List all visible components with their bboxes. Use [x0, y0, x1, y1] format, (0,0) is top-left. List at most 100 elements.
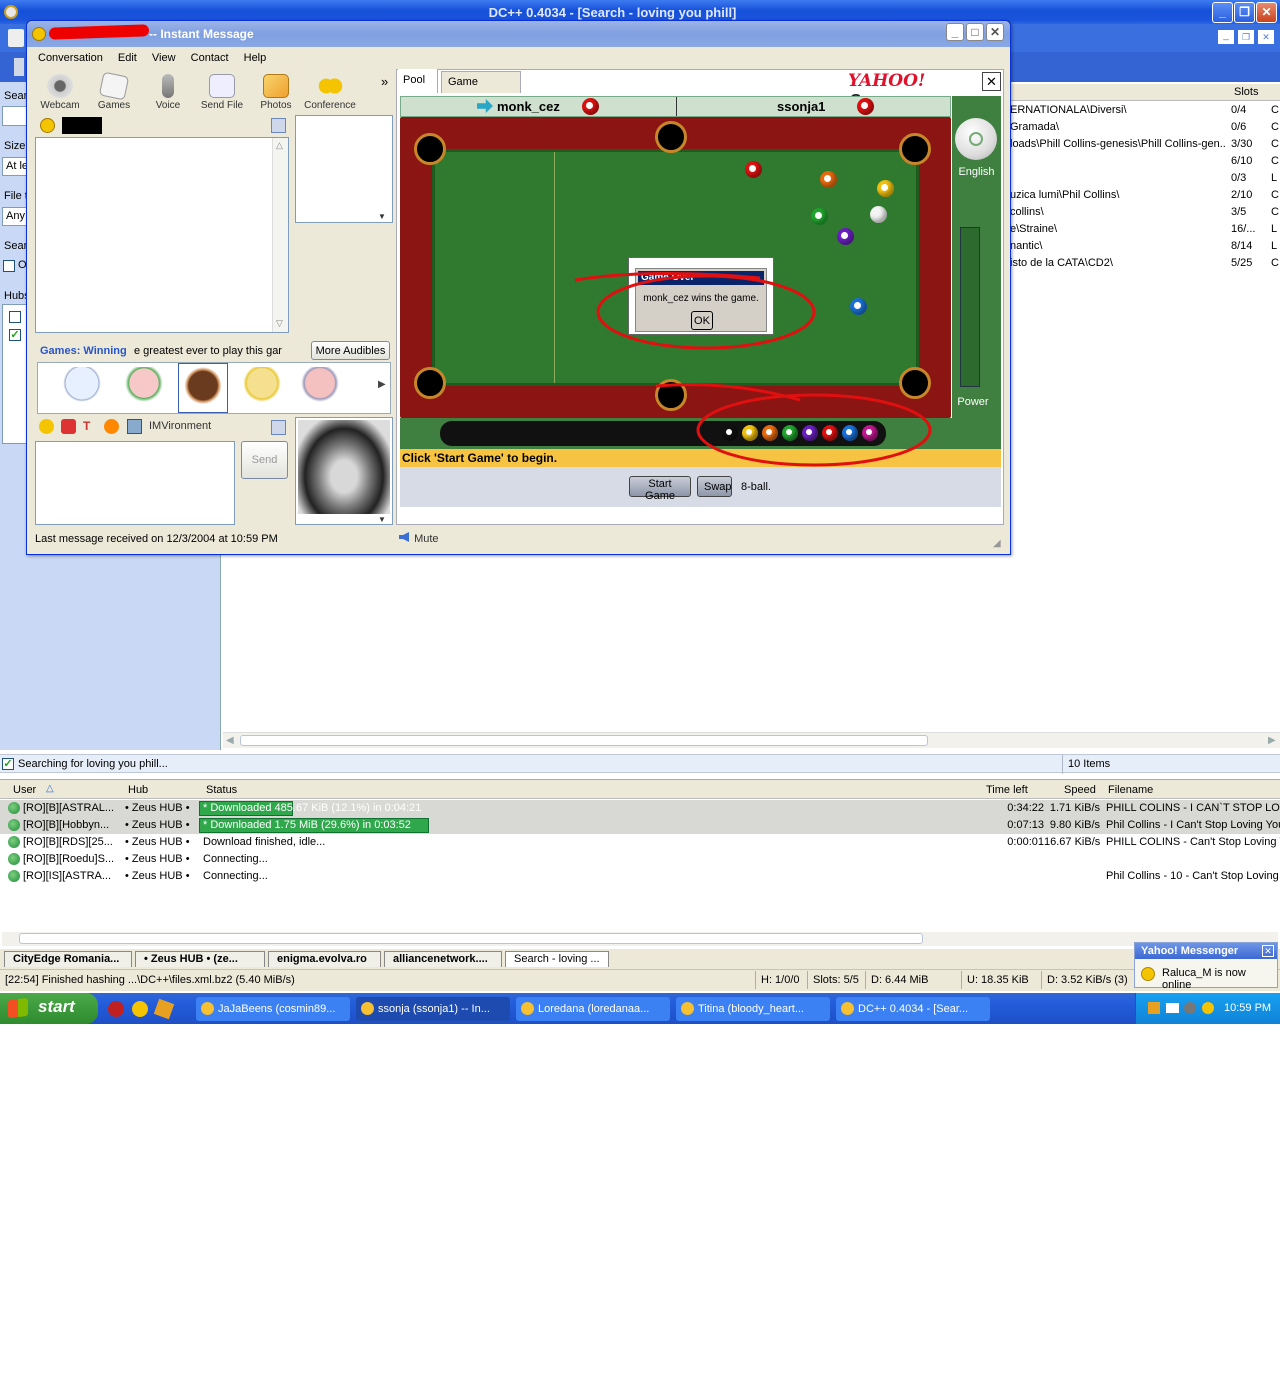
queue-scroll-thumb[interactable]: [19, 933, 923, 944]
menu-edit[interactable]: Edit: [112, 47, 143, 69]
taskbar-button[interactable]: JaJaBeens (cosmin89...: [196, 997, 350, 1021]
im-title-bar[interactable]: -- Instant Message _ □ ✕: [27, 21, 1010, 47]
audible-man-selected[interactable]: [178, 363, 228, 413]
speed-column-header[interactable]: Speed: [1064, 784, 1096, 796]
hub-tab[interactable]: • Zeus HUB • (ze...: [135, 951, 265, 967]
tray-mail-icon[interactable]: [1166, 1003, 1179, 1013]
tab-game-chooser[interactable]: Game Chooser: [441, 71, 521, 108]
queue-h-scrollbar[interactable]: [2, 932, 1278, 946]
hub-checkbox[interactable]: [9, 311, 21, 323]
clock[interactable]: 10:59 PM: [1224, 1002, 1271, 1014]
only-free-slots-checkbox[interactable]: [3, 260, 15, 272]
quick-launch-icon[interactable]: [108, 1001, 124, 1017]
menu-contact[interactable]: Contact: [185, 47, 235, 69]
hub-tab[interactable]: alliancenetwork....: [384, 951, 502, 967]
audible-lady[interactable]: [124, 367, 164, 413]
restore-button[interactable]: ❐: [1234, 2, 1255, 23]
english-control[interactable]: [955, 118, 997, 160]
hub-tab[interactable]: Search - loving ...: [505, 951, 609, 967]
more-audibles-button[interactable]: More Audibles: [311, 341, 390, 360]
scroll-right-arrow[interactable]: ▶: [1268, 735, 1276, 746]
tray-network-icon[interactable]: [1184, 1002, 1196, 1014]
toolbar-more-button[interactable]: »: [381, 74, 388, 89]
audible-grandma[interactable]: [300, 367, 340, 413]
send-button[interactable]: Send: [241, 441, 288, 479]
slots-column-header[interactable]: Slots: [1234, 86, 1258, 98]
voice-button[interactable]: Voice: [141, 74, 195, 111]
tray-dcpp-icon[interactable]: [1148, 1002, 1160, 1014]
tab-pool[interactable]: Pool: [398, 69, 438, 93]
cue-ball[interactable]: [870, 206, 887, 223]
mdi-restore-icon[interactable]: ❐: [1238, 30, 1254, 44]
im-close-button[interactable]: ✕: [986, 23, 1004, 41]
yahoo-messenger-icon[interactable]: [132, 1001, 148, 1017]
emoticon-cool-icon[interactable]: [39, 419, 54, 434]
notification-text[interactable]: Raluca_M is now online: [1162, 967, 1277, 991]
avatar-dropdown-icon[interactable]: ▼: [378, 212, 386, 221]
queue-status: * Downloaded 1.75 MiB (29.6%) in 0:03:52: [203, 819, 411, 831]
games-button[interactable]: Games: [87, 71, 141, 111]
my-contact-card-icon[interactable]: [271, 420, 286, 435]
status-column-header[interactable]: Status: [206, 784, 237, 796]
audibles-next-icon[interactable]: ▶: [378, 379, 386, 390]
hub-checkbox-checked[interactable]: ✓: [9, 329, 21, 341]
mdi-minimize-icon[interactable]: _: [1218, 30, 1234, 44]
audible-baby[interactable]: [62, 367, 102, 413]
start-game-button[interactable]: Start Game: [629, 476, 691, 502]
user-column-header[interactable]: User: [13, 784, 36, 796]
imvironment-label[interactable]: IMVironment: [149, 420, 211, 432]
conference-button[interactable]: Conference: [303, 74, 357, 111]
start-button[interactable]: start: [0, 993, 98, 1024]
game-close-button[interactable]: ✕: [982, 72, 1001, 91]
h-scrollbar[interactable]: ◀ ▶: [223, 732, 1280, 748]
taskbar-button[interactable]: Titina (bloody_heart...: [676, 997, 830, 1021]
minimize-button[interactable]: _: [1212, 2, 1233, 23]
contact-card-icon[interactable]: [271, 118, 286, 133]
dcpp-launch-icon[interactable]: [153, 998, 175, 1020]
taskbar-button[interactable]: DC++ 0.4034 - [Sear...: [836, 997, 990, 1021]
scroll-up-icon[interactable]: △: [276, 140, 283, 151]
photos-button[interactable]: Photos: [249, 74, 303, 111]
swap-button[interactable]: Swap: [697, 476, 732, 497]
yahoo-notification[interactable]: Yahoo! Messenger ✕ Raluca_M is now onlin…: [1134, 942, 1278, 991]
send-file-button[interactable]: Send File: [195, 74, 249, 111]
audibles-strip: ▶: [37, 362, 391, 414]
power-meter[interactable]: [960, 227, 980, 387]
hub-tab[interactable]: CityEdge Romania...: [4, 951, 132, 967]
menu-conversation[interactable]: Conversation: [32, 47, 109, 69]
hub-tab[interactable]: enigma.evolva.ro: [268, 951, 381, 967]
search-icon[interactable]: [8, 29, 24, 47]
taskbar-button[interactable]: Loredana (loredanaa...: [516, 997, 670, 1021]
result-slots: 0/3: [1231, 172, 1247, 184]
im-minimize-button[interactable]: _: [946, 23, 964, 41]
message-compose-input[interactable]: [35, 441, 235, 525]
notification-close-icon[interactable]: ✕: [1262, 945, 1274, 957]
font-icon[interactable]: T: [83, 419, 98, 434]
mute-control[interactable]: Mute: [399, 532, 439, 545]
history-scrollbar[interactable]: △ ▽: [272, 138, 288, 332]
message-history[interactable]: △ ▽: [35, 137, 289, 333]
time-left-column-header[interactable]: Time left: [986, 784, 1028, 796]
hub-icon[interactable]: [14, 58, 24, 76]
im-maximize-button[interactable]: □: [966, 23, 984, 41]
mdi-close-icon[interactable]: ✕: [1258, 30, 1274, 44]
webcam-button[interactable]: Webcam: [33, 74, 87, 111]
menu-help[interactable]: Help: [238, 47, 273, 69]
hub-column-header[interactable]: Hub: [128, 784, 148, 796]
menu-view[interactable]: View: [146, 47, 182, 69]
my-avatar-dropdown-icon[interactable]: ▼: [378, 515, 386, 524]
color-icon[interactable]: [104, 419, 119, 434]
search-running-checkbox[interactable]: ✓: [2, 758, 14, 770]
imvironment-icon[interactable]: [127, 419, 142, 434]
scroll-left-arrow[interactable]: ◀: [226, 735, 234, 746]
tray-yahoo-icon[interactable]: [1202, 1002, 1214, 1014]
scroll-thumb[interactable]: [240, 735, 928, 746]
taskbar-button[interactable]: ssonja (ssonja1) -- In...: [356, 997, 510, 1021]
audibles-icon[interactable]: [61, 419, 76, 434]
close-button[interactable]: ✕: [1256, 2, 1277, 23]
filename-column-header[interactable]: Filename: [1108, 784, 1153, 796]
audible-blonde[interactable]: [242, 367, 282, 413]
scroll-down-icon[interactable]: ▽: [276, 318, 283, 329]
resize-grip-icon[interactable]: ◢: [993, 538, 1001, 549]
english-label: English: [958, 166, 995, 178]
